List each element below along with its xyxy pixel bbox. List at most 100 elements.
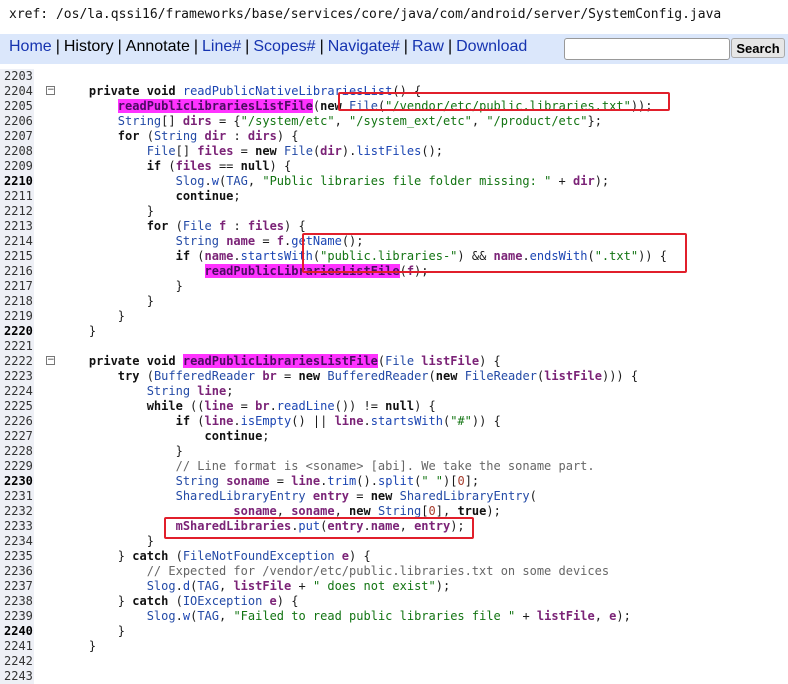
line-number-link[interactable]: 2217: [0, 279, 34, 294]
line-number-link[interactable]: 2210: [0, 174, 34, 189]
nav-separator: |: [193, 38, 198, 55]
line-number-link[interactable]: 2227: [0, 429, 34, 444]
nav-home-link[interactable]: Home: [9, 38, 52, 55]
code-text: } catch (FileNotFoundException e) {: [60, 549, 371, 563]
nav-separator: |: [447, 38, 453, 55]
line-number-link[interactable]: 2214: [0, 234, 34, 249]
code-line: 2213 for (File f : files) {: [0, 219, 788, 234]
line-number-link[interactable]: 2228: [0, 444, 34, 459]
code-text: Slog.w(TAG, "Public libraries file folde…: [175, 174, 610, 188]
code-line: 2217 }: [0, 279, 788, 294]
code-text: SharedLibraryEntry entry = new SharedLib…: [175, 489, 537, 503]
line-number-link[interactable]: 2207: [0, 129, 34, 144]
code-line: 2231 SharedLibraryEntry entry = new Shar…: [0, 489, 788, 504]
code-text: }: [60, 324, 97, 338]
line-number-link[interactable]: 2213: [0, 219, 34, 234]
nav-navigate-link[interactable]: Navigate#: [328, 38, 400, 55]
line-number-link[interactable]: 2224: [0, 384, 34, 399]
line-number-link[interactable]: 2220: [0, 324, 34, 339]
code-line: 2212 }: [0, 204, 788, 219]
code-line: 2229 // Line format is <soname> [abi]. W…: [0, 459, 788, 474]
line-number-link[interactable]: 2222: [0, 354, 34, 369]
code-line: 2241 }: [0, 639, 788, 654]
line-number-link[interactable]: 2232: [0, 504, 34, 519]
nav-raw-link[interactable]: Raw: [412, 38, 444, 55]
line-number-link[interactable]: 2233: [0, 519, 34, 534]
code-text: File[] files = new File(dir).listFiles()…: [146, 144, 444, 158]
line-number-link[interactable]: 2223: [0, 369, 34, 384]
line-number-link[interactable]: 2218: [0, 294, 34, 309]
search-input[interactable]: [564, 38, 730, 60]
code-line: 2223 try (BufferedReader br = new Buffer…: [0, 369, 788, 384]
line-number-link[interactable]: 2239: [0, 609, 34, 624]
annotation-box: [302, 233, 687, 273]
fold-toggle-icon[interactable]: −: [46, 356, 55, 365]
nav-history-link[interactable]: History: [64, 38, 114, 55]
code-text: if (files == null) {: [146, 159, 292, 173]
code-line: 2240 }: [0, 624, 788, 639]
line-number-link[interactable]: 2211: [0, 189, 34, 204]
line-number-link[interactable]: 2242: [0, 654, 34, 669]
nav-separator: |: [319, 38, 324, 55]
nav-scopes-link[interactable]: Scopes#: [253, 38, 315, 55]
code-text: }: [60, 279, 183, 293]
line-number-link[interactable]: 2238: [0, 594, 34, 609]
line-number-link[interactable]: 2212: [0, 204, 34, 219]
code-text: Slog.w(TAG, "Failed to read public libra…: [146, 609, 631, 623]
line-number-link[interactable]: 2204: [0, 84, 34, 99]
annotation-box: [164, 517, 474, 539]
line-number-link[interactable]: 2215: [0, 249, 34, 264]
code-line: 2224 String line;: [0, 384, 788, 399]
nav-annotate-link[interactable]: Annotate: [126, 38, 190, 55]
line-number-link[interactable]: 2240: [0, 624, 34, 639]
code-text: } catch (IOException e) {: [60, 594, 299, 608]
code-text: }: [60, 294, 154, 308]
line-number-link[interactable]: 2216: [0, 264, 34, 279]
line-number-link[interactable]: 2236: [0, 564, 34, 579]
code-line: 2226 if (line.isEmpty() || line.startsWi…: [0, 414, 788, 429]
line-number-link[interactable]: 2208: [0, 144, 34, 159]
code-line: 2219 }: [0, 309, 788, 324]
line-number-link[interactable]: 2209: [0, 159, 34, 174]
line-number-link[interactable]: 2237: [0, 579, 34, 594]
annotation-box: [338, 92, 670, 111]
search-button[interactable]: Search: [731, 38, 785, 58]
code-text: }: [60, 624, 126, 638]
code-line: 2238 } catch (IOException e) {: [0, 594, 788, 609]
line-number-link[interactable]: 2235: [0, 549, 34, 564]
code-line: 2221: [0, 339, 788, 354]
nav-separator: |: [245, 38, 250, 55]
code-line: 2210 Slog.w(TAG, "Public libraries file …: [0, 174, 788, 189]
line-number-link[interactable]: 2229: [0, 459, 34, 474]
code-text: }: [60, 204, 154, 218]
line-number-link[interactable]: 2241: [0, 639, 34, 654]
code-text: String line;: [146, 384, 234, 398]
line-number-link[interactable]: 2225: [0, 399, 34, 414]
code-line: 2242: [0, 654, 788, 669]
line-number-link[interactable]: 2243: [0, 669, 34, 684]
line-number-link[interactable]: 2206: [0, 114, 34, 129]
fold-toggle-icon[interactable]: −: [46, 86, 55, 95]
code-line: 2203: [0, 69, 788, 84]
line-number-link[interactable]: 2230: [0, 474, 34, 489]
code-line: 2227 continue;: [0, 429, 788, 444]
code-line: 2209 if (files == null) {: [0, 159, 788, 174]
code-text: String[] dirs = {"/system/etc", "/system…: [117, 114, 602, 128]
code-text: }: [60, 639, 97, 653]
code-line: 2211 continue;: [0, 189, 788, 204]
code-line: 2207 for (String dir : dirs) {: [0, 129, 788, 144]
nav-download-link[interactable]: Download: [456, 38, 527, 55]
line-number-link[interactable]: 2221: [0, 339, 34, 354]
line-number-link[interactable]: 2234: [0, 534, 34, 549]
line-number-link[interactable]: 2226: [0, 414, 34, 429]
line-number-link[interactable]: 2205: [0, 99, 34, 114]
line-number-link[interactable]: 2203: [0, 69, 34, 84]
code-line: 2206 String[] dirs = {"/system/etc", "/s…: [0, 114, 788, 129]
code-line: 2208 File[] files = new File(dir).listFi…: [0, 144, 788, 159]
line-number-link[interactable]: 2219: [0, 309, 34, 324]
line-number-link[interactable]: 2231: [0, 489, 34, 504]
code-line: 2236 // Expected for /vendor/etc/public.…: [0, 564, 788, 579]
nav-line-link[interactable]: Line#: [202, 38, 241, 55]
code-line: 2243: [0, 669, 788, 684]
code-text: continue;: [175, 189, 241, 203]
